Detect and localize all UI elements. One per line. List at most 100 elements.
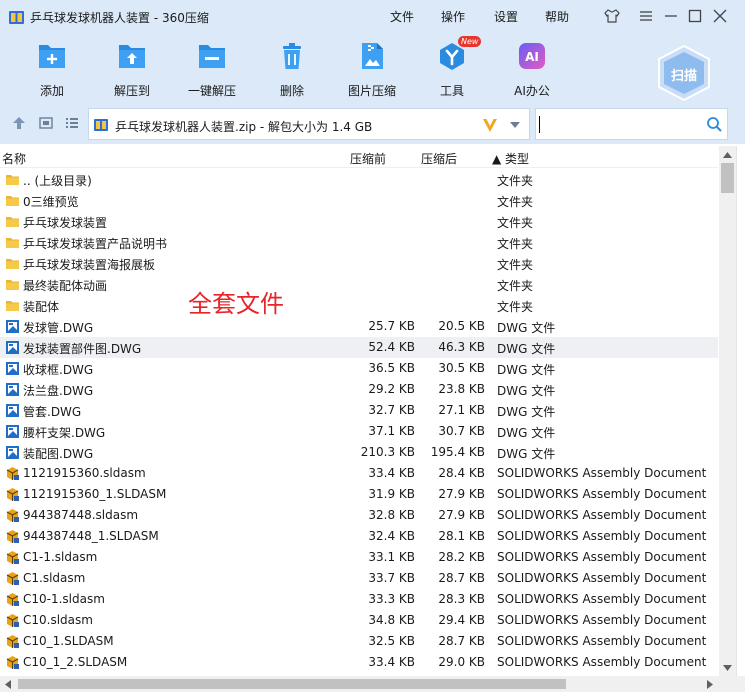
- image-compress-label: 图片压缩: [347, 84, 396, 98]
- file-row[interactable]: 0三维预览 文件夹: [0, 190, 718, 211]
- file-type: DWG 文件: [497, 405, 556, 419]
- file-row[interactable]: 腰杆支架.DWG 37.1 KB 30.7 KB DWG 文件: [0, 421, 718, 442]
- file-type: 文件夹: [497, 279, 534, 293]
- close-icon[interactable]: [711, 7, 729, 25]
- search-icon[interactable]: [706, 116, 723, 133]
- up-arrow-icon[interactable]: [11, 115, 27, 131]
- scroll-left-icon[interactable]: [5, 680, 11, 689]
- file-type: SOLIDWORKS Assembly Document: [497, 529, 707, 543]
- file-name: 0三维预览: [23, 195, 79, 209]
- address-bar[interactable]: 乒乓球发球机器人装置.zip - 解包大小为 1.4 GB: [88, 108, 530, 140]
- file-row[interactable]: 装配体 文件夹: [0, 295, 718, 316]
- file-type: DWG 文件: [497, 447, 556, 461]
- menu-file[interactable]: 文件: [390, 8, 414, 25]
- file-type: SOLIDWORKS Assembly Document: [497, 550, 707, 564]
- file-row[interactable]: 管套.DWG 32.7 KB 27.1 KB DWG 文件: [0, 400, 718, 421]
- file-size-after: 46.3 KB: [438, 340, 485, 354]
- file-row[interactable]: .. (上级目录) 文件夹: [0, 169, 718, 190]
- maximize-icon[interactable]: [686, 7, 704, 25]
- file-type: SOLIDWORKS Assembly Document: [497, 655, 707, 669]
- menu-help[interactable]: 帮助: [545, 8, 569, 25]
- file-row[interactable]: 1121915360_1.SLDASM 31.9 KB 27.9 KB SOLIDWO…: [0, 484, 718, 505]
- file-size-after: 28.4 KB: [438, 466, 485, 480]
- file-row[interactable]: C10_1.SLDASM 32.5 KB 28.7 KB SOLIDWORKS Ass…: [0, 631, 718, 652]
- horizontal-scroll-thumb[interactable]: [18, 679, 566, 689]
- file-row[interactable]: 乒乓球发球装置海报展板 文件夹: [0, 253, 718, 274]
- scroll-right-icon[interactable]: [707, 680, 713, 689]
- file-name: 944387448_1.SLDASM: [23, 529, 159, 543]
- minimize-icon[interactable]: [662, 7, 680, 25]
- zip-archive-icon: [94, 119, 108, 131]
- column-type[interactable]: ▲ 类型: [492, 150, 529, 167]
- file-row[interactable]: 乒乓球发球装置产品说明书 文件夹: [0, 232, 718, 253]
- file-row[interactable]: 装配图.DWG 210.3 KB 195.4 KB DWG 文件: [0, 442, 718, 463]
- menu-lines-icon[interactable]: [637, 7, 655, 25]
- column-name[interactable]: 名称: [2, 150, 26, 167]
- solidworks-assembly-icon: [6, 656, 19, 669]
- scroll-down-icon[interactable]: [723, 665, 732, 671]
- scroll-up-icon[interactable]: [723, 152, 732, 158]
- add-label: 添加: [39, 84, 64, 98]
- menu-settings[interactable]: 设置: [494, 8, 518, 25]
- horizontal-scrollbar[interactable]: [0, 676, 719, 692]
- file-name: 收球框.DWG: [23, 363, 94, 377]
- svg-text:AI: AI: [525, 50, 539, 64]
- file-row[interactable]: 收球框.DWG 36.5 KB 30.5 KB DWG 文件: [0, 358, 718, 379]
- file-size-after: 23.8 KB: [438, 382, 485, 396]
- vertical-scrollbar[interactable]: [719, 146, 736, 676]
- file-name: 发球管.DWG: [23, 321, 94, 335]
- add-button[interactable]: 添加: [12, 38, 92, 98]
- file-row[interactable]: 法兰盘.DWG 29.2 KB 23.8 KB DWG 文件: [0, 379, 718, 400]
- file-row[interactable]: C1.sldasm 33.7 KB 28.7 KB SOLIDWORKS Assemb…: [0, 568, 718, 589]
- one-click-extract-button[interactable]: 一键解压: [172, 38, 252, 98]
- column-size-before[interactable]: 压缩前: [350, 150, 386, 167]
- extract-to-button[interactable]: 解压到: [92, 38, 172, 98]
- tools-button[interactable]: New 工具: [412, 36, 492, 98]
- skin-icon[interactable]: [603, 7, 621, 25]
- column-size-after[interactable]: 压缩后: [421, 150, 457, 167]
- ai-office-button[interactable]: AI AI办公: [492, 38, 572, 98]
- file-size-after: 28.3 KB: [438, 592, 485, 606]
- folder-icon: [6, 238, 19, 248]
- scan-button[interactable]: 扫描: [654, 44, 714, 102]
- file-row[interactable]: 发球管.DWG 25.7 KB 20.5 KB DWG 文件: [0, 316, 718, 337]
- archive-app-icon: [9, 11, 24, 24]
- file-row[interactable]: 发球装置部件图.DWG 52.4 KB 46.3 KB DWG 文件: [0, 337, 718, 358]
- file-size-before: 29.2 KB: [368, 382, 415, 396]
- file-row[interactable]: 944387448.sldasm 32.8 KB 27.9 KB SOLIDWORKS…: [0, 505, 718, 526]
- file-row[interactable]: C10.sldasm 34.8 KB 29.4 KB SOLIDWORKS Assem…: [0, 610, 718, 631]
- image-compress-icon: [362, 43, 383, 69]
- file-type: 文件夹: [497, 174, 534, 188]
- verified-icon[interactable]: [481, 116, 499, 134]
- file-row[interactable]: 乒乓球发球装置 文件夹: [0, 211, 718, 232]
- dwg-file-icon: [6, 362, 19, 375]
- file-row[interactable]: C10_1_2.SLDASM 33.4 KB 29.0 KB SOLIDWORKS A…: [0, 652, 718, 673]
- window-title: 乒乓球发球机器人装置 - 360压缩: [30, 11, 209, 25]
- file-type: 文件夹: [497, 300, 534, 314]
- file-name: 1121915360_1.SLDASM: [23, 487, 167, 501]
- column-header-row: 名称 压缩前 压缩后 ▲ 类型: [0, 146, 718, 168]
- delete-button[interactable]: 删除: [252, 38, 332, 98]
- file-type: SOLIDWORKS Assembly Document: [497, 613, 707, 627]
- folder-icon: [6, 280, 19, 290]
- window-edge: [736, 146, 745, 676]
- file-row[interactable]: 1121915360.sldasm 33.4 KB 28.4 KB SOLIDWORK…: [0, 463, 718, 484]
- file-row[interactable]: C10-1.sldasm 33.3 KB 28.3 KB SOLIDWORKS Ass…: [0, 589, 718, 610]
- list-view-icon[interactable]: [64, 115, 80, 131]
- file-type: SOLIDWORKS Assembly Document: [497, 487, 707, 501]
- image-compress-button[interactable]: 图片压缩: [332, 38, 412, 98]
- search-box[interactable]: [535, 108, 728, 140]
- file-name: 乒乓球发球装置海报展板: [23, 258, 156, 272]
- file-size-before: 31.9 KB: [368, 487, 415, 501]
- menu-operate[interactable]: 操作: [441, 8, 465, 25]
- file-row[interactable]: C1-1.sldasm 33.1 KB 28.2 KB SOLIDWORKS Asse…: [0, 547, 718, 568]
- file-size-before: 32.5 KB: [368, 634, 415, 648]
- file-row[interactable]: 最终装配体动画 文件夹: [0, 274, 718, 295]
- thumbnail-view-icon[interactable]: [38, 115, 54, 131]
- file-row[interactable]: 944387448_1.SLDASM 32.4 KB 28.1 KB SOLIDWOR…: [0, 526, 718, 547]
- ai-office-icon: AI: [519, 43, 545, 69]
- file-name: .. (上级目录): [23, 174, 92, 188]
- chevron-down-icon[interactable]: [509, 121, 521, 129]
- vertical-scroll-thumb[interactable]: [721, 163, 734, 193]
- search-input[interactable]: [540, 114, 700, 134]
